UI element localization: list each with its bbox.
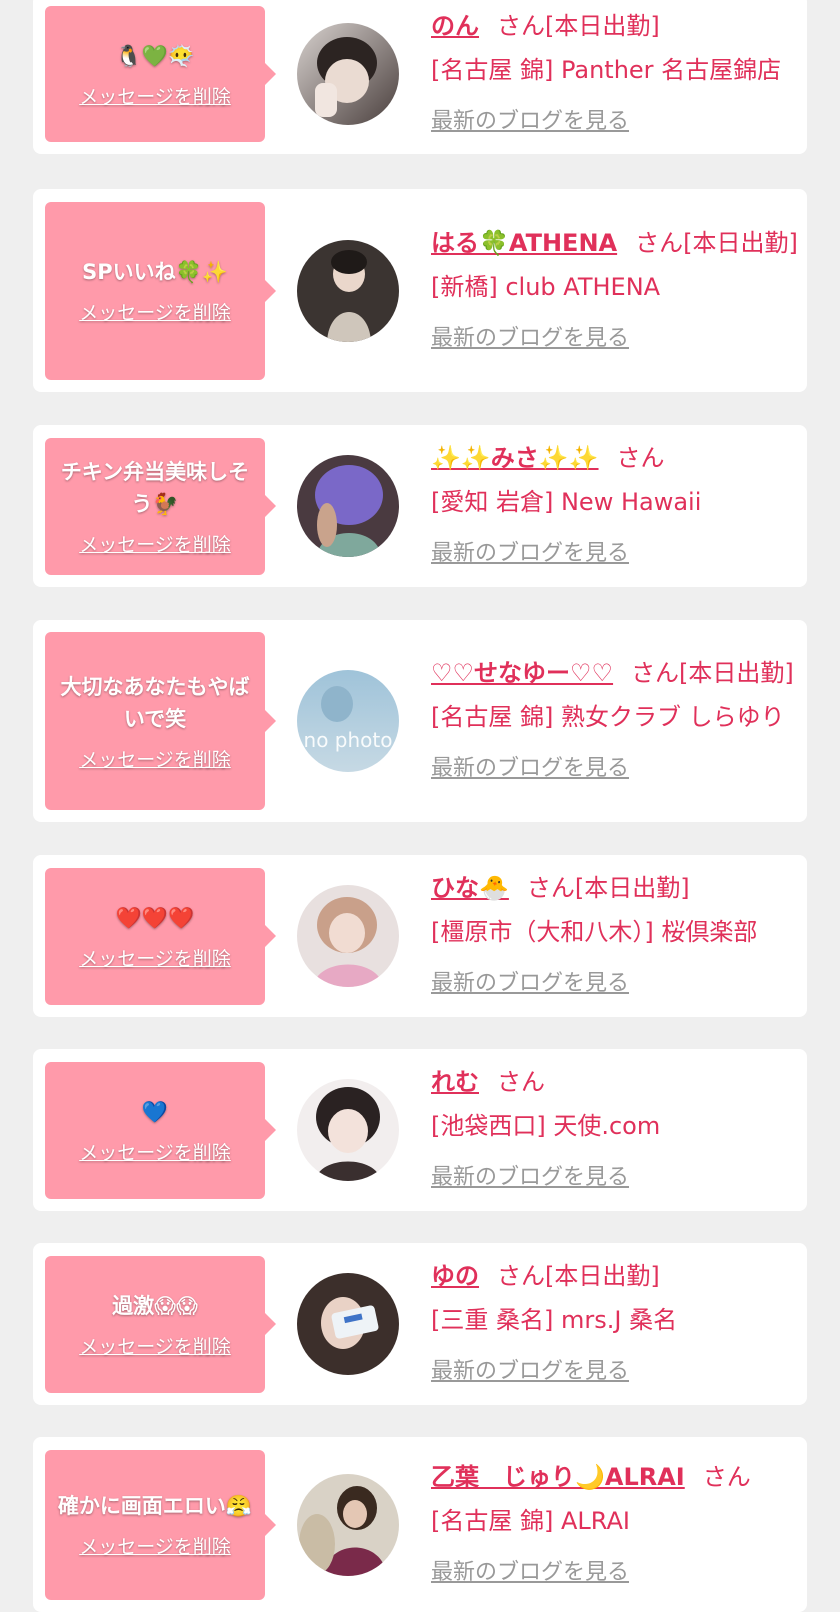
message-text: 大切なあなたもやばいで笑 [60, 674, 250, 731]
list-item: 大切なあなたもやばいで笑 メッセージを削除 no photo ♡♡せなゆー♡♡ さ… [33, 620, 807, 822]
girl-name-link[interactable]: のん [431, 12, 479, 40]
shop-text: [名古屋 錦] 熟女クラブ しらゆり [431, 703, 785, 731]
latest-blog-link[interactable]: 最新のブログを見る [431, 964, 629, 1004]
shop-text: [三重 桑名] mrs.J 桑名 [431, 1306, 678, 1334]
list-item: SPいいね🍀✨ メッセージを削除 はる🍀ATHENA さん[本日出勤] [新橋] … [33, 189, 807, 392]
latest-blog-link[interactable]: 最新のブログを見る [431, 1352, 629, 1392]
girl-info: ✨✨みさ✨✨ さん [愛知 岩倉] New Hawaii 最新のブログを見る [431, 438, 803, 574]
latest-blog-link[interactable]: 最新のブログを見る [431, 749, 629, 789]
list-item: 🐧💚😶‍🌫️ メッセージを削除 のん さん[本日出勤] [名古屋 錦] Panth… [33, 0, 807, 154]
girl-info: のん さん[本日出勤] [名古屋 錦] Panther 名古屋錦店 最新のブログを… [431, 6, 803, 142]
girl-name-link[interactable]: ゆの [431, 1262, 479, 1290]
delete-message-link[interactable]: メッセージを削除 [79, 298, 231, 325]
avatar[interactable] [297, 239, 399, 342]
message-text: チキン弁当美味しそう🐓 [60, 459, 250, 516]
status-text: さん[本日出勤] [526, 874, 690, 902]
shop-text: [新橋] club ATHENA [431, 272, 661, 301]
message-bubble: 💙 メッセージを削除 [45, 1061, 276, 1199]
status-text: さん[本日出勤] [635, 228, 798, 257]
girl-name-link[interactable]: ✨✨みさ✨✨ [431, 444, 599, 472]
girl-info: ゆの さん[本日出勤] [三重 桑名] mrs.J 桑名 最新のブログを見る [431, 1256, 803, 1392]
message-bubble: 大切なあなたもやばいで笑 メッセージを削除 [45, 632, 276, 810]
message-text: 過激😱😱 [112, 1293, 198, 1318]
message-text: ❤️❤️❤️ [115, 905, 195, 930]
delete-message-link[interactable]: メッセージを削除 [79, 944, 231, 971]
message-bubble: チキン弁当美味しそう🐓 メッセージを削除 [45, 437, 276, 575]
avatar[interactable] [297, 1473, 399, 1576]
shop-text: [池袋西口] 天使.com [431, 1112, 661, 1140]
list-item: 確かに画面エロい😤 メッセージを削除 乙葉 じゅり🌙ALRAI さん [名古屋 錦… [33, 1437, 807, 1612]
shop-text: [名古屋 錦] ALRAI [431, 1506, 630, 1535]
no-photo-label: no photo [304, 728, 393, 752]
message-bubble: SPいいね🍀✨ メッセージを削除 [45, 201, 276, 380]
latest-blog-link[interactable]: 最新のブログを見る [431, 319, 629, 359]
status-text: さん[本日出勤] [631, 659, 794, 687]
delete-message-link[interactable]: メッセージを削除 [79, 1138, 231, 1165]
list-item: 💙 メッセージを削除 れむ さん [池袋西口] 天使.com 最新のブログを見る [33, 1049, 807, 1211]
status-text: さん[本日出勤] [497, 12, 660, 40]
latest-blog-link[interactable]: 最新のブログを見る [431, 1553, 629, 1593]
list-item: ❤️❤️❤️ メッセージを削除 ひな🐣 さん[本日出勤] [橿原市（大和八木）] … [33, 855, 807, 1017]
girl-info: 乙葉 じゅり🌙ALRAI さん [名古屋 錦] ALRAI 最新のブログを見る [431, 1457, 803, 1593]
girl-name-link[interactable]: ♡♡せなゆー♡♡ [431, 659, 613, 687]
no-photo-avatar[interactable]: no photo [297, 670, 399, 772]
latest-blog-link[interactable]: 最新のブログを見る [431, 1158, 629, 1198]
list-item: 過激😱😱 メッセージを削除 ゆの さん[本日出勤] [三重 桑名] mrs.J 桑… [33, 1243, 807, 1405]
status-text: さん [616, 444, 665, 472]
girl-name-link[interactable]: 乙葉 じゅり🌙ALRAI [431, 1463, 685, 1491]
avatar[interactable] [297, 1273, 399, 1375]
shop-text: [愛知 岩倉] New Hawaii [431, 488, 702, 516]
message-bubble: ❤️❤️❤️ メッセージを削除 [45, 867, 276, 1005]
status-text: さん [497, 1068, 545, 1096]
list-item: チキン弁当美味しそう🐓 メッセージを削除 ✨✨みさ✨✨ さん [愛知 岩倉] Ne… [33, 425, 807, 587]
message-text: 確かに画面エロい😤 [57, 1494, 253, 1518]
girl-name-link[interactable]: ひな🐣 [431, 874, 509, 902]
message-bubble: 🐧💚😶‍🌫️ メッセージを削除 [45, 6, 276, 142]
shop-text: [橿原市（大和八木）] 桜倶楽部 [431, 918, 758, 946]
status-text: さん [702, 1462, 751, 1491]
message-text: SPいいね🍀✨ [82, 260, 228, 284]
latest-blog-link[interactable]: 最新のブログを見る [431, 534, 629, 574]
girl-name-link[interactable]: はる🍀ATHENA [431, 229, 617, 257]
message-text: 💙 [141, 1099, 169, 1124]
message-bubble: 確かに画面エロい😤 メッセージを削除 [45, 1449, 276, 1600]
delete-message-link[interactable]: メッセージを削除 [79, 745, 231, 772]
shop-text: [名古屋 錦] Panther 名古屋錦店 [431, 56, 782, 84]
latest-blog-link[interactable]: 最新のブログを見る [431, 102, 629, 142]
message-text: 🐧💚😶‍🌫️ [115, 43, 195, 68]
avatar[interactable] [297, 885, 399, 987]
avatar[interactable] [297, 455, 399, 557]
status-text: さん[本日出勤] [497, 1262, 660, 1290]
avatar[interactable] [297, 1079, 399, 1181]
girl-info: はる🍀ATHENA さん[本日出勤] [新橋] club ATHENA 最新のブロ… [431, 223, 803, 359]
delete-message-link[interactable]: メッセージを削除 [79, 1332, 231, 1359]
message-bubble: 過激😱😱 メッセージを削除 [45, 1255, 276, 1393]
avatar[interactable] [297, 23, 399, 125]
delete-message-link[interactable]: メッセージを削除 [79, 1532, 231, 1559]
delete-message-link[interactable]: メッセージを削除 [79, 82, 231, 109]
girl-name-link[interactable]: れむ [431, 1068, 479, 1096]
delete-message-link[interactable]: メッセージを削除 [79, 530, 231, 557]
girl-info: ♡♡せなゆー♡♡ さん[本日出勤] [名古屋 錦] 熟女クラブ しらゆり 最新のブ… [431, 653, 803, 789]
girl-info: れむ さん [池袋西口] 天使.com 最新のブログを見る [431, 1062, 803, 1198]
girl-info: ひな🐣 さん[本日出勤] [橿原市（大和八木）] 桜倶楽部 最新のブログを見る [431, 868, 803, 1004]
